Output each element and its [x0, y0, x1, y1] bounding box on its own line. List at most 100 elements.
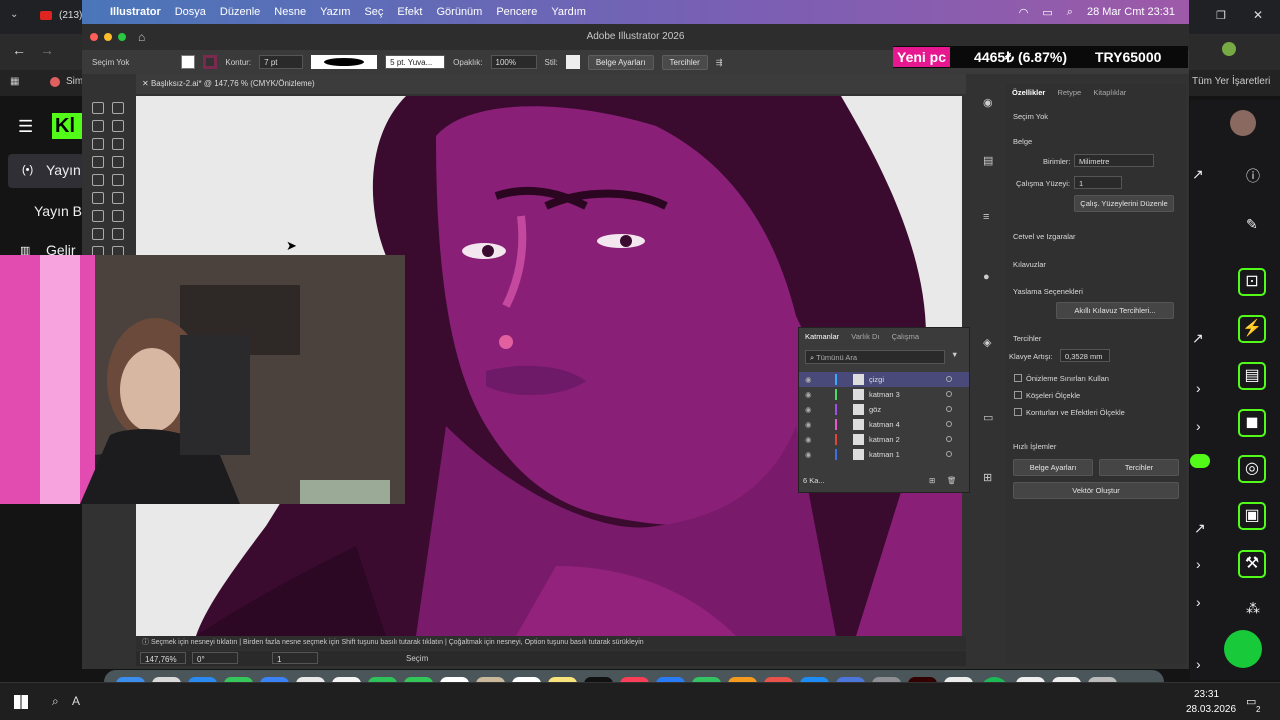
target-circle-icon[interactable]	[946, 376, 952, 382]
close-window-button[interactable]	[90, 33, 98, 41]
rotate-tool-icon[interactable]	[92, 210, 104, 222]
arrange-icon[interactable]: ⇶	[716, 58, 723, 67]
notes-icon[interactable]: ▤	[1238, 362, 1266, 390]
comments-panel-icon[interactable]: ▭	[983, 411, 993, 424]
battery-icon[interactable]: ▭	[1042, 6, 1052, 19]
menu-item[interactable]: Pencere	[496, 6, 537, 18]
smart-guides-button[interactable]: Akıllı Kılavuz Tercihleri...	[1056, 302, 1174, 319]
restore-icon[interactable]: ❐	[1216, 9, 1226, 22]
target-circle-icon[interactable]	[946, 436, 952, 442]
visibility-eye-icon[interactable]: ◉	[805, 432, 812, 447]
menu-item[interactable]: Efekt	[397, 6, 422, 18]
stroke-swatch[interactable]	[203, 55, 218, 69]
layout-icon[interactable]: ▣	[1238, 502, 1266, 530]
menu-item[interactable]: Nesne	[274, 6, 306, 18]
artboard-select[interactable]: 1	[1074, 176, 1122, 189]
kick-logo[interactable]: Kl	[52, 113, 82, 139]
scale-tool-icon[interactable]	[112, 210, 124, 222]
home-icon[interactable]: ⌂	[138, 24, 145, 50]
target-circle-icon[interactable]	[946, 391, 952, 397]
align-panel-icon[interactable]: ≡	[983, 211, 989, 223]
chevron-right-icon[interactable]: ›	[1196, 418, 1201, 434]
free-transform-tool-icon[interactable]	[112, 228, 124, 240]
layer-row[interactable]: ◉ göz	[799, 402, 969, 417]
curvature-tool-icon[interactable]	[112, 138, 124, 150]
preview-bounds-checkbox[interactable]	[1014, 374, 1022, 382]
tab-asset-export[interactable]: Varlık Dı	[851, 332, 879, 341]
back-icon[interactable]: ←	[12, 42, 26, 58]
brush-definition-field[interactable]: 5 pt. Yuva...	[385, 55, 446, 69]
lasso-tool-icon[interactable]	[112, 120, 124, 132]
document-tab[interactable]: ✕ Başlıksız-2.ai* @ 147,76 % (CMYK/Önizl…	[136, 74, 966, 94]
hamburger-icon[interactable]: ☰	[18, 117, 33, 137]
line-tool-icon[interactable]	[112, 156, 124, 168]
windows-start-icon[interactable]	[14, 695, 28, 709]
close-icon[interactable]: ✕	[1253, 8, 1263, 22]
pen-tool-icon[interactable]	[92, 138, 104, 150]
taskbar-time[interactable]: 23:31	[1194, 689, 1219, 700]
tab-title[interactable]: (213)	[59, 10, 82, 21]
paintbrush-tool-icon[interactable]	[112, 174, 124, 186]
nav-item-active[interactable]: (•) Yayın	[8, 154, 84, 188]
layers-search[interactable]: ⌕ Tümünü Ara	[805, 350, 945, 364]
popout-icon[interactable]: ↗	[1192, 166, 1204, 183]
brush-stroke-preview[interactable]	[311, 55, 378, 69]
extension-icon[interactable]	[1222, 42, 1236, 56]
broadcast-icon[interactable]: ◎	[1238, 455, 1266, 483]
popout-icon[interactable]: ↗	[1192, 330, 1204, 347]
tab-properties[interactable]: Özellikler	[1012, 88, 1045, 97]
popout-icon[interactable]: ↗	[1194, 520, 1206, 537]
visibility-eye-icon[interactable]: ◉	[805, 372, 812, 387]
taskbar-date[interactable]: 28.03.2026	[1186, 704, 1236, 715]
layer-row[interactable]: ◉ katman 2	[799, 432, 969, 447]
target-circle-icon[interactable]	[946, 421, 952, 427]
edit-icon[interactable]: ✎	[1246, 216, 1258, 233]
visibility-eye-icon[interactable]: ◉	[805, 387, 812, 402]
swatches-panel-icon[interactable]: ▤	[983, 154, 993, 167]
new-layer-icon[interactable]: ⊞	[929, 476, 935, 485]
minimize-window-button[interactable]	[104, 33, 112, 41]
all-bookmarks[interactable]: Tüm Yer İşaretleri	[1192, 76, 1270, 87]
menu-app-name[interactable]: Illustrator	[110, 6, 161, 18]
menu-item[interactable]: Dosya	[175, 6, 206, 18]
zoom-field[interactable]: 147,76%	[140, 652, 186, 664]
chevron-right-icon[interactable]: ›	[1196, 556, 1201, 572]
info-icon[interactable]: ⓘ	[1246, 166, 1260, 186]
zoom-window-button[interactable]	[118, 33, 126, 41]
chevron-right-icon[interactable]: ›	[1196, 380, 1201, 396]
scale-corners-checkbox[interactable]	[1014, 391, 1022, 399]
rectangle-tool-icon[interactable]	[92, 174, 104, 186]
magic-wand-tool-icon[interactable]	[92, 120, 104, 132]
visibility-eye-icon[interactable]: ◉	[805, 417, 812, 432]
chat-icon[interactable]: ◼	[1238, 409, 1266, 437]
selection-tool-icon[interactable]	[92, 102, 104, 114]
menu-item[interactable]: Düzenle	[220, 6, 260, 18]
vectorize-button[interactable]: Vektör Oluştur	[1013, 482, 1179, 499]
menu-item[interactable]: Seç	[364, 6, 383, 18]
document-setup-button[interactable]: Belge Ayarları	[587, 54, 654, 70]
notification-icon[interactable]: ▭	[1246, 695, 1256, 708]
search-icon[interactable]: ⌕	[52, 694, 59, 709]
filter-icon[interactable]: ▼	[951, 350, 958, 359]
tab-retype[interactable]: Retype	[1057, 88, 1081, 97]
artboard-nav-field[interactable]: 1	[272, 652, 318, 664]
lightning-icon[interactable]: ⚡	[1238, 315, 1266, 343]
properties-panel-icon[interactable]: ◉	[983, 96, 993, 109]
shaper-tool-icon[interactable]	[92, 192, 104, 204]
units-select[interactable]: Milimetre	[1074, 154, 1154, 167]
fill-swatch[interactable]	[181, 55, 196, 69]
wrench-icon[interactable]: ⚒	[1238, 550, 1266, 578]
menu-item[interactable]: Yardım	[551, 6, 586, 18]
apps-icon[interactable]: ▦	[10, 76, 19, 87]
delete-layer-icon[interactable]: 🗑	[947, 476, 957, 485]
forward-icon[interactable]: →	[40, 42, 54, 58]
eraser-tool-icon[interactable]	[112, 192, 124, 204]
target-circle-icon[interactable]	[946, 451, 952, 457]
layer-row[interactable]: ◉ çizgi	[799, 372, 969, 387]
share-icon[interactable]: ⁂	[1246, 600, 1260, 617]
avatar[interactable]	[1230, 110, 1256, 136]
visibility-eye-icon[interactable]: ◉	[805, 402, 812, 417]
edit-artboards-button[interactable]: Çalış. Yüzeylerini Düzenle	[1074, 195, 1174, 212]
menu-item[interactable]: Görünüm	[436, 6, 482, 18]
style-swatch[interactable]	[565, 55, 580, 69]
